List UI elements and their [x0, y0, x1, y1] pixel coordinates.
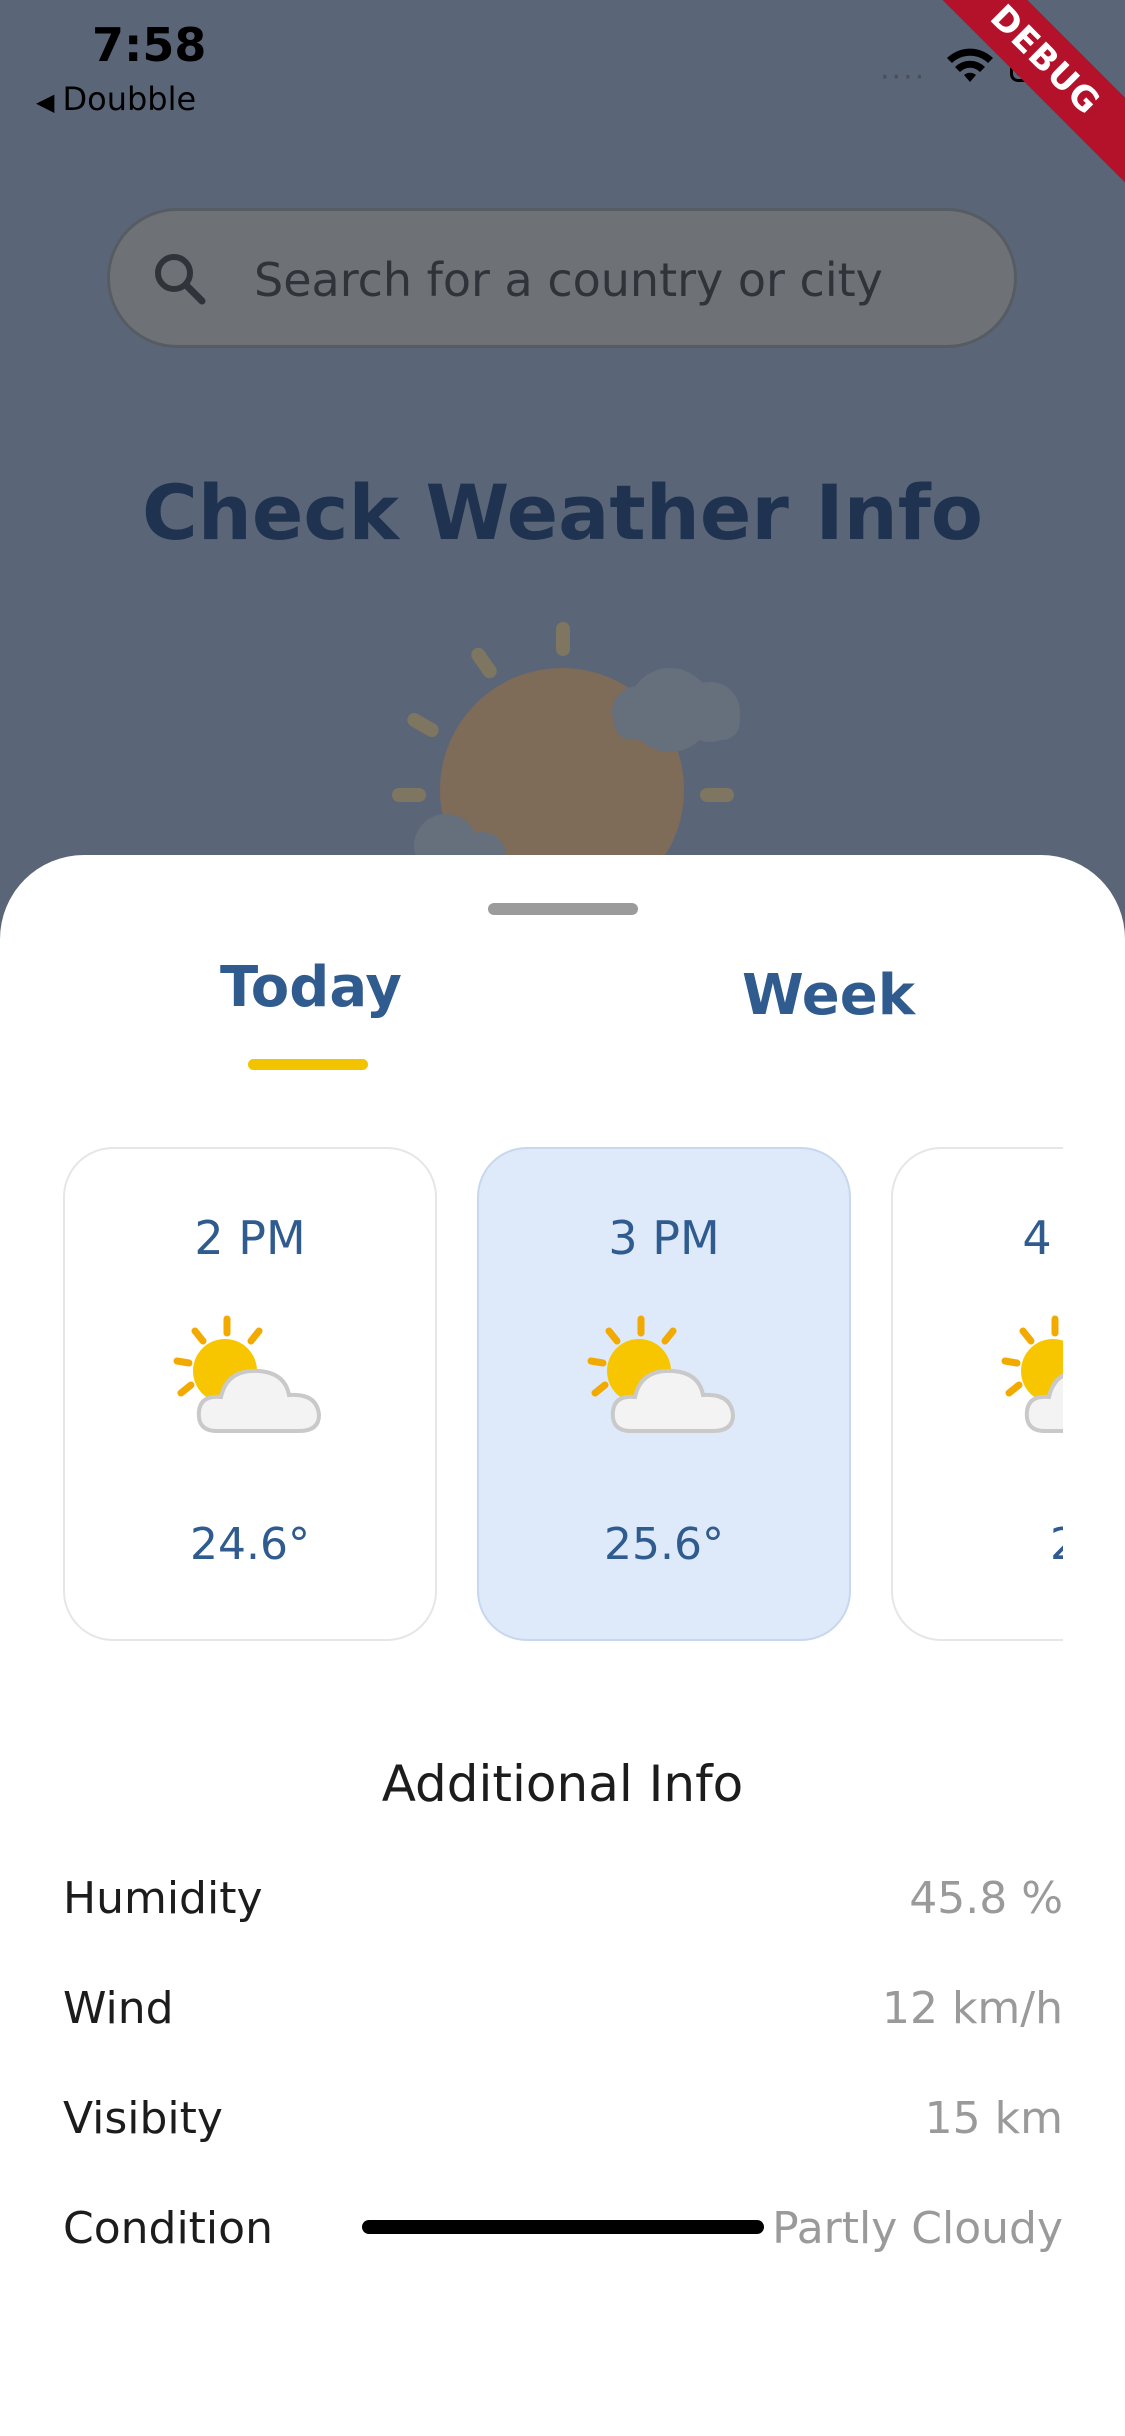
hour-time: 3 PM — [608, 1211, 720, 1265]
search-icon — [155, 254, 206, 305]
cellular-signal-icon: ···· — [880, 60, 927, 95]
search-input[interactable]: Search for a country or city — [107, 208, 1017, 348]
wifi-icon — [947, 48, 993, 82]
info-row-wind: Wind 12 km/h — [63, 1983, 1063, 2043]
back-app-label: Doubble — [62, 80, 197, 118]
hour-temperature: 25.6° — [604, 1519, 724, 1570]
partly-cloudy-icon — [173, 1315, 322, 1433]
partly-cloudy-icon — [587, 1315, 736, 1433]
info-label: Wind — [63, 1983, 174, 2034]
sheet-drag-handle[interactable] — [488, 903, 638, 915]
forecast-bottom-sheet: Today Week 2 PM 24.6° 3 PM 25.6° 4 Addit… — [0, 855, 1125, 2436]
partly-cloudy-icon — [1001, 1315, 1063, 1433]
info-label: Humidity — [63, 1873, 263, 1924]
info-value: 15 km — [924, 2093, 1063, 2144]
status-bar: 7:58 ◀ Doubble ···· — [0, 0, 1125, 130]
hour-time: 4 PM — [1022, 1211, 1063, 1265]
search-placeholder: Search for a country or city — [254, 253, 883, 307]
tab-active-indicator — [248, 1059, 368, 1070]
additional-info-heading: Additional Info — [381, 1755, 744, 1813]
page-title: Check Weather Info — [141, 468, 983, 557]
home-indicator[interactable] — [362, 2220, 764, 2234]
tab-today[interactable]: Today — [220, 955, 402, 1020]
hour-card-4pm[interactable]: 4 PM 26 — [891, 1147, 1063, 1641]
info-label: Condition — [63, 2203, 273, 2254]
hour-time: 2 PM — [194, 1211, 306, 1265]
info-label: Visibity — [63, 2093, 223, 2144]
status-time: 7:58 — [92, 18, 207, 72]
hour-card-3pm[interactable]: 3 PM 25.6° — [477, 1147, 851, 1641]
hour-temperature: 26 — [893, 1519, 1063, 1570]
info-row-humidity: Humidity 45.8 % — [63, 1873, 1063, 1933]
info-value: 45.8 % — [909, 1873, 1063, 1924]
tab-week[interactable]: Week — [742, 963, 915, 1028]
info-row-visibility: Visibity 15 km — [63, 2093, 1063, 2153]
hour-card-2pm[interactable]: 2 PM 24.6° — [63, 1147, 437, 1641]
info-value: Partly Cloudy — [772, 2203, 1063, 2254]
sun-cloud-illustration — [392, 622, 740, 860]
back-arrow-icon: ◀ — [36, 88, 55, 116]
hourly-forecast-list[interactable]: 2 PM 24.6° 3 PM 25.6° 4 — [63, 1147, 1063, 1641]
hour-temperature: 24.6° — [190, 1519, 310, 1570]
back-to-app-link[interactable]: ◀ Doubble — [36, 80, 196, 118]
info-value: 12 km/h — [881, 1983, 1063, 2034]
